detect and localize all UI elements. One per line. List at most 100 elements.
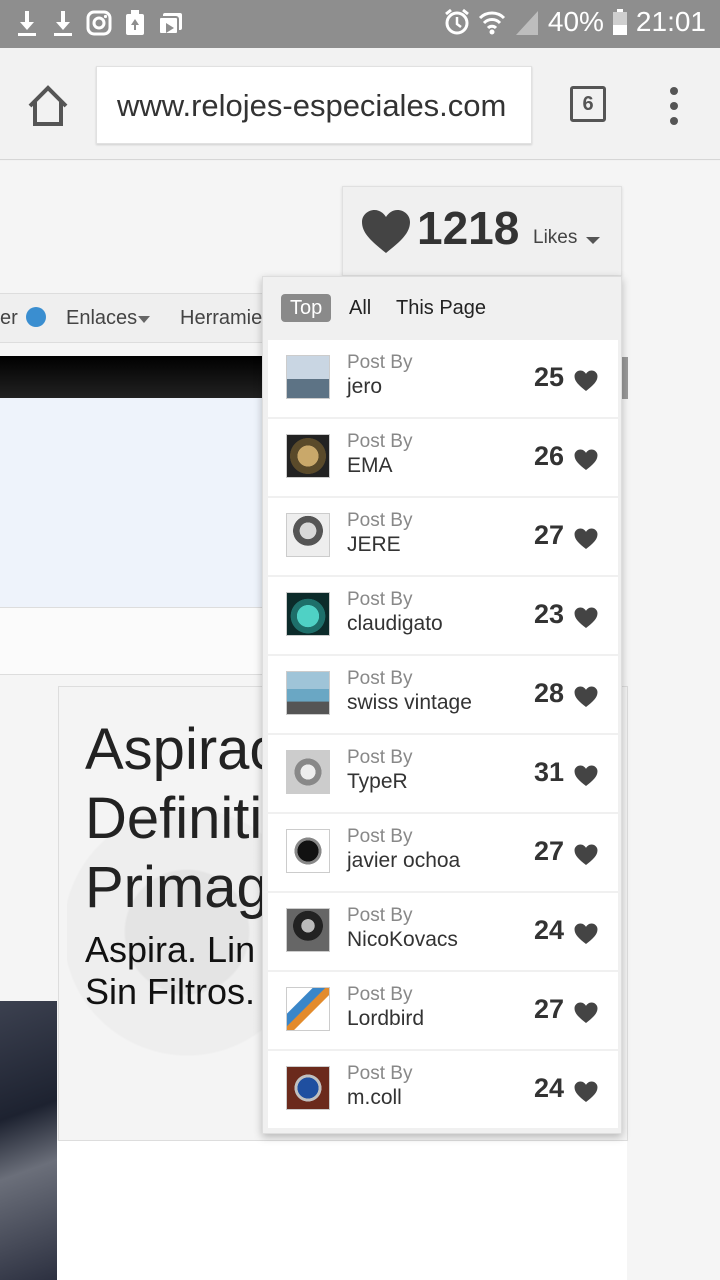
content-box	[0, 398, 270, 608]
post-by-label: Post By	[347, 826, 413, 847]
heart-icon	[574, 686, 598, 713]
likes-dropdown: Top All This Page Post By jero 25 Post By EM…	[262, 276, 622, 1134]
nav-dot-icon	[26, 307, 46, 327]
post-by-label: Post By	[347, 1063, 413, 1084]
post-by-label: Post By	[347, 431, 413, 452]
post-by-label: Post By	[347, 510, 413, 531]
like-count: 23	[534, 599, 565, 629]
user-thumbnail[interactable]	[286, 513, 330, 557]
heart-icon	[574, 607, 598, 634]
download-icon	[50, 8, 76, 38]
watch-photo	[0, 1001, 57, 1280]
likes-widget[interactable]: 1218 Likes	[342, 186, 622, 276]
site-nav: er Enlaces Herramie	[0, 293, 270, 343]
heart-icon	[574, 370, 598, 397]
tabs-icon[interactable]: 6	[570, 86, 606, 122]
list-item[interactable]: Post By claudigato 23	[268, 577, 618, 654]
instagram-icon	[86, 8, 112, 38]
likes-list: Post By jero 25 Post By EMA 26 Post By JERE 27 Po…	[268, 340, 618, 1130]
post-by-label: Post By	[347, 668, 413, 689]
username[interactable]: m.coll	[347, 1086, 402, 1110]
username[interactable]: swiss vintage	[347, 691, 472, 715]
list-item[interactable]: Post By JERE 27	[268, 498, 618, 575]
like-count: 31	[534, 757, 565, 787]
user-thumbnail[interactable]	[286, 987, 330, 1031]
browser-toolbar: www.relojes-especiales.com 6	[0, 48, 720, 160]
likes-label: Likes	[533, 227, 578, 248]
username[interactable]: jero	[347, 375, 382, 399]
heart-icon	[574, 923, 598, 950]
tab-this-page[interactable]: This Page	[396, 294, 486, 322]
user-thumbnail[interactable]	[286, 908, 330, 952]
signal-icon	[514, 8, 540, 36]
article-subtitle: Aspira. Lin Sin Filtros.	[85, 929, 256, 1012]
wifi-icon	[478, 8, 506, 36]
user-thumbnail[interactable]	[286, 1066, 330, 1110]
home-icon[interactable]	[24, 82, 72, 130]
alarm-icon	[444, 8, 470, 36]
like-count: 27	[534, 520, 565, 550]
status-bar: 40% 21:01	[0, 0, 720, 48]
username[interactable]: NicoKovacs	[347, 928, 458, 952]
heart-icon	[574, 765, 598, 792]
user-thumbnail[interactable]	[286, 829, 330, 873]
user-thumbnail[interactable]	[286, 671, 330, 715]
heart-icon	[574, 449, 598, 476]
scrollbar[interactable]	[622, 357, 628, 399]
chevron-down-icon[interactable]	[586, 237, 600, 244]
tab-top[interactable]: Top	[281, 294, 332, 322]
url-bar[interactable]: www.relojes-especiales.com	[96, 66, 532, 144]
post-by-label: Post By	[347, 984, 413, 1005]
list-item[interactable]: Post By swiss vintage 28	[268, 656, 618, 733]
user-thumbnail[interactable]	[286, 434, 330, 478]
nav-item-enlaces[interactable]: Enlaces	[66, 307, 137, 330]
heart-icon	[361, 209, 411, 260]
list-item[interactable]: Post By NicoKovacs 24	[268, 893, 618, 970]
likes-count: 1218	[417, 202, 520, 254]
like-count: 27	[534, 836, 565, 866]
username[interactable]: claudigato	[347, 612, 443, 636]
page: 40% 21:01 www.relojes-especiales.com 6 e…	[0, 0, 720, 1280]
content-band	[0, 608, 270, 675]
list-item[interactable]: Post By TypeR 31	[268, 735, 618, 812]
list-item[interactable]: Post By m.coll 24	[268, 1051, 618, 1128]
username[interactable]: JERE	[347, 533, 401, 557]
more-vert-icon[interactable]	[666, 86, 682, 126]
username[interactable]: TypeR	[347, 770, 408, 794]
download-icon	[14, 8, 40, 38]
username[interactable]: javier ochoa	[347, 849, 460, 873]
like-count: 24	[534, 1073, 565, 1103]
heart-icon	[574, 1081, 598, 1108]
like-count: 27	[534, 994, 565, 1024]
nav-item-herramientas[interactable]: Herramie	[180, 307, 262, 330]
clock: 21:01	[635, 6, 706, 37]
tab-all[interactable]: All	[349, 294, 371, 322]
like-count: 25	[534, 362, 565, 392]
like-count: 24	[534, 915, 565, 945]
heart-icon	[574, 1002, 598, 1029]
article-title: Aspirac Definiti Primag	[85, 717, 279, 920]
user-thumbnail[interactable]	[286, 592, 330, 636]
gallery-icon	[158, 8, 184, 38]
nav-item-partial[interactable]: er	[0, 307, 18, 330]
list-item[interactable]: Post By javier ochoa 27	[268, 814, 618, 891]
filter-tabs: Top All This Page	[263, 277, 623, 339]
battery-icon	[612, 8, 628, 36]
user-thumbnail[interactable]	[286, 355, 330, 399]
user-thumbnail[interactable]	[286, 750, 330, 794]
list-item[interactable]: Post By Lordbird 27	[268, 972, 618, 1049]
username[interactable]: Lordbird	[347, 1007, 424, 1031]
list-item[interactable]: Post By jero 25	[268, 340, 618, 417]
like-count: 28	[534, 678, 565, 708]
recycle-icon	[122, 8, 148, 38]
lower-panel	[57, 1141, 627, 1280]
battery-percent: 40%	[547, 6, 604, 37]
heart-icon	[574, 528, 598, 555]
black-banner	[0, 356, 270, 398]
heart-icon	[574, 844, 598, 871]
post-by-label: Post By	[347, 589, 413, 610]
list-item[interactable]: Post By EMA 26	[268, 419, 618, 496]
post-by-label: Post By	[347, 905, 413, 926]
post-by-label: Post By	[347, 352, 413, 373]
username[interactable]: EMA	[347, 454, 393, 478]
